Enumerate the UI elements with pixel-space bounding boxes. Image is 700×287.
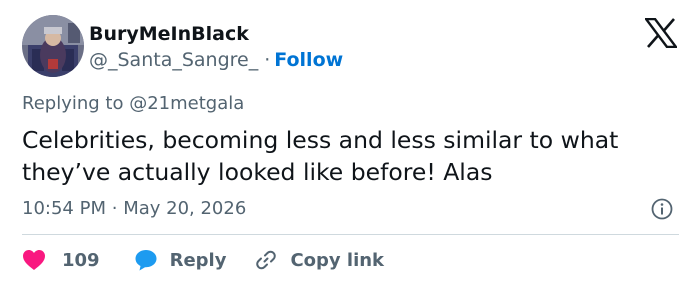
info-icon[interactable] — [651, 198, 673, 220]
tweet-text: Celebrities, becoming less and less simi… — [22, 126, 619, 186]
avatar-image — [22, 15, 84, 77]
divider — [22, 234, 679, 235]
like-count: 109 — [62, 249, 100, 271]
action-bar: 109 Reply Copy link — [22, 246, 384, 274]
follow-button[interactable]: Follow — [274, 49, 343, 71]
like-button[interactable]: 109 — [22, 249, 100, 271]
reply-mention-link[interactable]: @21metgala — [129, 93, 244, 114]
author-display-name[interactable]: BuryMeInBlack — [89, 22, 249, 46]
x-logo-svg — [643, 17, 679, 49]
reply-label: Reply — [169, 249, 227, 271]
tweet-time: 10:54 PM — [22, 198, 106, 219]
reply-button[interactable]: Reply — [134, 248, 227, 272]
reply-context: Replying to @21metgala — [22, 92, 244, 116]
copy-link-label: Copy link — [290, 249, 385, 271]
copy-link-button[interactable]: Copy link — [254, 248, 384, 272]
timestamp-separator: · — [111, 198, 118, 219]
heart-icon — [23, 250, 45, 270]
author-handle[interactable]: @_Santa_Sangre_ — [89, 49, 258, 71]
avatar[interactable] — [22, 15, 84, 77]
tweet-card: BuryMeInBlack @_Santa_Sangre_ · Follow Rep… — [0, 0, 700, 287]
x-logo-icon[interactable] — [643, 17, 679, 49]
link-icon — [256, 250, 277, 270]
tweet-date: May 20, 2026 — [123, 198, 247, 219]
handle-separator: · — [264, 49, 271, 71]
reply-context-prefix: Replying to — [22, 93, 124, 114]
author-handle-row: @_Santa_Sangre_ · Follow — [89, 48, 343, 72]
tweet-timestamp[interactable]: 10:54 PM · May 20, 2026 — [22, 197, 246, 221]
info-icon-svg — [651, 198, 673, 220]
speech-bubble-icon — [135, 250, 157, 271]
